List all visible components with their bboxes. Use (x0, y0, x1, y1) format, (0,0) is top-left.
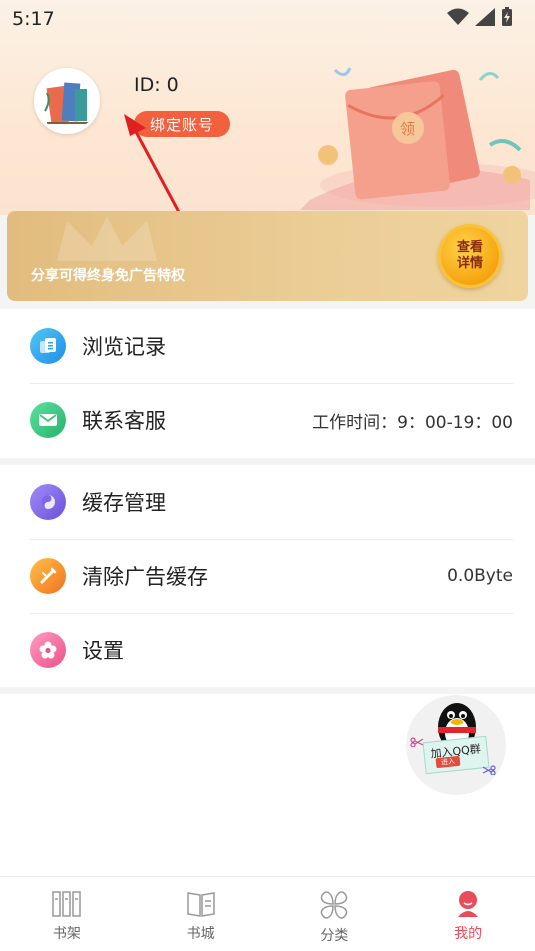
nav-item-category[interactable]: 分类 (268, 877, 402, 951)
qq-group-tag: 加入QQ群 (422, 735, 490, 775)
menu-group-1: 浏览记录 联系客服 工作时间：9：00-19：00 (0, 309, 535, 458)
menu-label-settings: 设置 (82, 639, 124, 663)
settings-icon (30, 632, 66, 668)
menu-row-clear-ad-cache[interactable]: 清除广告缓存 0.0Byte (0, 539, 535, 613)
category-icon (321, 891, 348, 919)
menu-value-working-hours: 工作时间：9：00-19：00 (312, 412, 513, 433)
signal-icon (475, 8, 495, 26)
clear-icon (30, 558, 66, 594)
scissors-icon (410, 737, 424, 747)
menu-value-ad-cache-size: 0.0Byte (447, 566, 513, 586)
user-id: ID: 0 (134, 74, 179, 96)
red-envelope-illustration: 领 (300, 67, 535, 210)
profile-header: 5:17 领 ID: 0 绑定账号 (0, 0, 535, 215)
menu-label-history: 浏览记录 (82, 335, 166, 359)
menu-row-customer-service[interactable]: 联系客服 工作时间：9：00-19：00 (0, 383, 535, 457)
nav-item-profile[interactable]: 我的 (401, 877, 535, 951)
books-avatar-icon (37, 71, 97, 131)
menu-label-cache: 缓存管理 (82, 491, 166, 515)
bookstore-icon (186, 892, 215, 917)
join-qq-group-button[interactable]: 加入QQ群 进入 (406, 695, 506, 795)
view-details-button[interactable]: 查看 详情 (438, 224, 502, 288)
banner-text: 分享可得终身免广告特权 (31, 268, 185, 284)
menu-label-customer-service: 联系客服 (82, 409, 166, 433)
status-time: 5:17 (12, 8, 55, 30)
history-icon (30, 328, 66, 364)
menu-row-cache[interactable]: 缓存管理 (0, 465, 535, 539)
nav-item-bookstore[interactable]: 书城 (134, 877, 268, 951)
mail-icon (30, 402, 66, 438)
menu-label-clear-ad-cache: 清除广告缓存 (82, 565, 208, 589)
avatar[interactable] (34, 68, 100, 134)
bottom-navigation: 书架 书城 分类 我的 (0, 876, 535, 951)
nav-label-category: 分类 (320, 928, 349, 944)
scissors-icon (482, 765, 496, 775)
status-icons (447, 7, 513, 27)
nav-label-bookstore: 书城 (186, 926, 215, 942)
status-bar: 5:17 (0, 0, 535, 38)
annotation-arrow (124, 114, 183, 215)
nav-item-bookshelf[interactable]: 书架 (0, 877, 134, 951)
menu-row-history[interactable]: 浏览记录 (0, 309, 535, 383)
battery-icon (502, 7, 512, 26)
profile-icon (458, 891, 479, 917)
wifi-icon (447, 8, 469, 25)
cache-icon (30, 484, 66, 520)
nav-label-bookshelf: 书架 (52, 926, 81, 942)
crown-watermark-icon (57, 216, 157, 261)
menu-row-settings[interactable]: 设置 (0, 613, 535, 687)
share-banner[interactable]: 分享可得终身免广告特权 查看 详情 (7, 211, 528, 301)
bookshelf-icon (52, 891, 81, 917)
svg-text:领: 领 (400, 120, 415, 138)
nav-label-profile: 我的 (454, 926, 483, 942)
menu-group-2: 缓存管理 清除广告缓存 0.0Byte 设置 (0, 465, 535, 687)
